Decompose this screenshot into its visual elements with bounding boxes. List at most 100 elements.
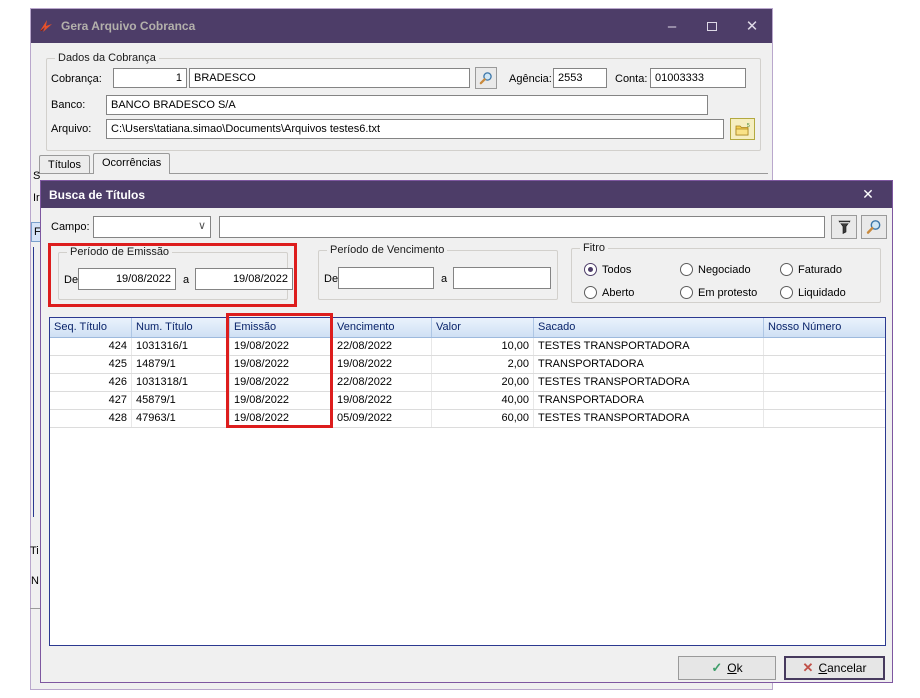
folder-icon: 5 bbox=[735, 123, 750, 136]
radio-label: Liquidado bbox=[798, 287, 846, 299]
chevron-down-icon: ∨ bbox=[198, 219, 206, 232]
conta-label: Conta: bbox=[615, 73, 647, 85]
main-titlebar: Gera Arquivo Cobranca – ✕ bbox=[31, 9, 772, 43]
tab-label: Títulos bbox=[48, 159, 81, 171]
table-cell bbox=[764, 356, 886, 373]
filtro-options: Todos Negociado Faturado Aberto Em protesto L… bbox=[572, 249, 880, 302]
de-label: De bbox=[64, 274, 78, 286]
radio-label: Todos bbox=[602, 264, 631, 276]
table-cell: 19/08/2022 bbox=[230, 392, 333, 409]
table-cell: 428 bbox=[50, 410, 132, 427]
ok-button[interactable]: ✓ Ok bbox=[678, 656, 776, 680]
vencimento-ate-field[interactable] bbox=[453, 267, 551, 289]
dialog-title: Busca de Títulos bbox=[49, 188, 145, 202]
dialog-titlebar: Busca de Títulos ✕ bbox=[41, 181, 892, 208]
window-controls: – ✕ bbox=[652, 9, 772, 43]
radio-liquidado[interactable]: Liquidado bbox=[780, 286, 846, 299]
cobranca-search-button[interactable] bbox=[475, 67, 497, 89]
table-cell: 22/08/2022 bbox=[333, 338, 432, 355]
table-cell bbox=[764, 374, 886, 391]
radio-circle-icon bbox=[780, 263, 793, 276]
maximize-icon bbox=[707, 22, 717, 31]
radio-todos[interactable]: Todos bbox=[584, 263, 631, 276]
conta-field[interactable] bbox=[650, 68, 746, 88]
table-cell bbox=[764, 338, 886, 355]
cobranca-code-field[interactable] bbox=[113, 68, 187, 88]
tab-label: Ocorrências bbox=[102, 157, 161, 169]
tab-titulos[interactable]: Títulos bbox=[39, 155, 90, 174]
cobranca-label: Cobrança: bbox=[51, 73, 102, 85]
table-cell: 20,00 bbox=[432, 374, 534, 391]
emissao-ate-field[interactable] bbox=[195, 268, 293, 290]
table-cell: 22/08/2022 bbox=[333, 374, 432, 391]
browse-file-button[interactable]: 5 bbox=[730, 118, 755, 140]
table-cell: 19/08/2022 bbox=[333, 392, 432, 409]
table-row[interactable]: 42847963/119/08/202205/09/202260,00TESTE… bbox=[50, 410, 885, 428]
arquivo-field[interactable] bbox=[106, 119, 724, 139]
radio-label: Aberto bbox=[602, 287, 634, 299]
arquivo-label: Arquivo: bbox=[51, 123, 91, 135]
search-icon bbox=[479, 71, 493, 85]
filter-button[interactable] bbox=[831, 215, 857, 239]
group-title: Período de Vencimento bbox=[327, 244, 447, 256]
table-row[interactable]: 42745879/119/08/202219/08/202240,00TRANS… bbox=[50, 392, 885, 410]
emissao-de-field[interactable] bbox=[78, 268, 176, 290]
funnel-icon bbox=[838, 220, 851, 234]
maximize-button[interactable] bbox=[692, 9, 732, 43]
banco-field[interactable] bbox=[106, 95, 708, 115]
table-cell: 19/08/2022 bbox=[230, 410, 333, 427]
close-button[interactable]: ✕ bbox=[732, 9, 772, 43]
table-cell: TESTES TRANSPORTADORA bbox=[534, 410, 764, 427]
table-cell: 19/08/2022 bbox=[230, 374, 333, 391]
cancel-button[interactable]: ✕ Cancelar bbox=[784, 656, 885, 680]
column-header-seq-t-tulo[interactable]: Seq. Título bbox=[50, 318, 132, 337]
table-cell: 05/09/2022 bbox=[333, 410, 432, 427]
filtro-group: Fitro TodosNegociadoFaturadoAbertoEm pro… bbox=[571, 248, 881, 303]
group-title: Dados da Cobrança bbox=[55, 52, 159, 64]
desktop: Gera Arquivo Cobranca – ✕ Dados da Cobra… bbox=[0, 0, 920, 698]
table-cell: TRANSPORTADORA bbox=[534, 356, 764, 373]
busca-de-titulos-dialog: Busca de Títulos ✕ Campo: ∨ Período de E… bbox=[40, 180, 893, 683]
radio-faturado[interactable]: Faturado bbox=[780, 263, 842, 276]
search-text-input[interactable] bbox=[219, 216, 825, 238]
column-header-emiss-o[interactable]: Emissão bbox=[230, 318, 333, 337]
tab-ocorrencias[interactable]: Ocorrências bbox=[93, 153, 170, 174]
table-cell: TESTES TRANSPORTADORA bbox=[534, 374, 764, 391]
minimize-button[interactable]: – bbox=[652, 9, 692, 43]
table-cell: 1031318/1 bbox=[132, 374, 230, 391]
column-header-num-t-tulo[interactable]: Num. Título bbox=[132, 318, 230, 337]
radio-negociado[interactable]: Negociado bbox=[680, 263, 751, 276]
radio-label: Negociado bbox=[698, 264, 751, 276]
column-header-vencimento[interactable]: Vencimento bbox=[333, 318, 432, 337]
table-cell: 47963/1 bbox=[132, 410, 230, 427]
table-row[interactable]: 4241031316/119/08/202222/08/202210,00TES… bbox=[50, 338, 885, 356]
dialog-close-button[interactable]: ✕ bbox=[854, 181, 882, 208]
table-cell: 426 bbox=[50, 374, 132, 391]
radio-em-protesto[interactable]: Em protesto bbox=[680, 286, 757, 299]
campo-combobox[interactable]: ∨ bbox=[93, 216, 211, 238]
table-cell: 19/08/2022 bbox=[230, 356, 333, 373]
table-body: 4241031316/119/08/202222/08/202210,00TES… bbox=[50, 338, 885, 428]
table-cell: TESTES TRANSPORTADORA bbox=[534, 338, 764, 355]
column-header-valor[interactable]: Valor bbox=[432, 318, 534, 337]
vencimento-de-field[interactable] bbox=[338, 267, 434, 289]
table-cell: TRANSPORTADORA bbox=[534, 392, 764, 409]
table-cell: 19/08/2022 bbox=[333, 356, 432, 373]
search-icon bbox=[866, 219, 882, 235]
agencia-label: Agência: bbox=[509, 73, 552, 85]
clipped-panel-border bbox=[33, 247, 34, 517]
cobranca-name-field[interactable] bbox=[189, 68, 470, 88]
table-row[interactable]: 42514879/119/08/202219/08/20222,00TRANSP… bbox=[50, 356, 885, 374]
table-cell: 19/08/2022 bbox=[230, 338, 333, 355]
radio-circle-icon bbox=[584, 286, 597, 299]
cancel-button-label: Cancelar bbox=[818, 661, 866, 675]
search-button[interactable] bbox=[861, 215, 887, 239]
agencia-field[interactable] bbox=[553, 68, 607, 88]
column-header-nosso-n-mero[interactable]: Nosso Número bbox=[764, 318, 886, 337]
column-header-sacado[interactable]: Sacado bbox=[534, 318, 764, 337]
radio-circle-icon bbox=[680, 286, 693, 299]
table-cell bbox=[764, 392, 886, 409]
radio-aberto[interactable]: Aberto bbox=[584, 286, 634, 299]
table-row[interactable]: 4261031318/119/08/202222/08/202220,00TES… bbox=[50, 374, 885, 392]
table-cell: 424 bbox=[50, 338, 132, 355]
